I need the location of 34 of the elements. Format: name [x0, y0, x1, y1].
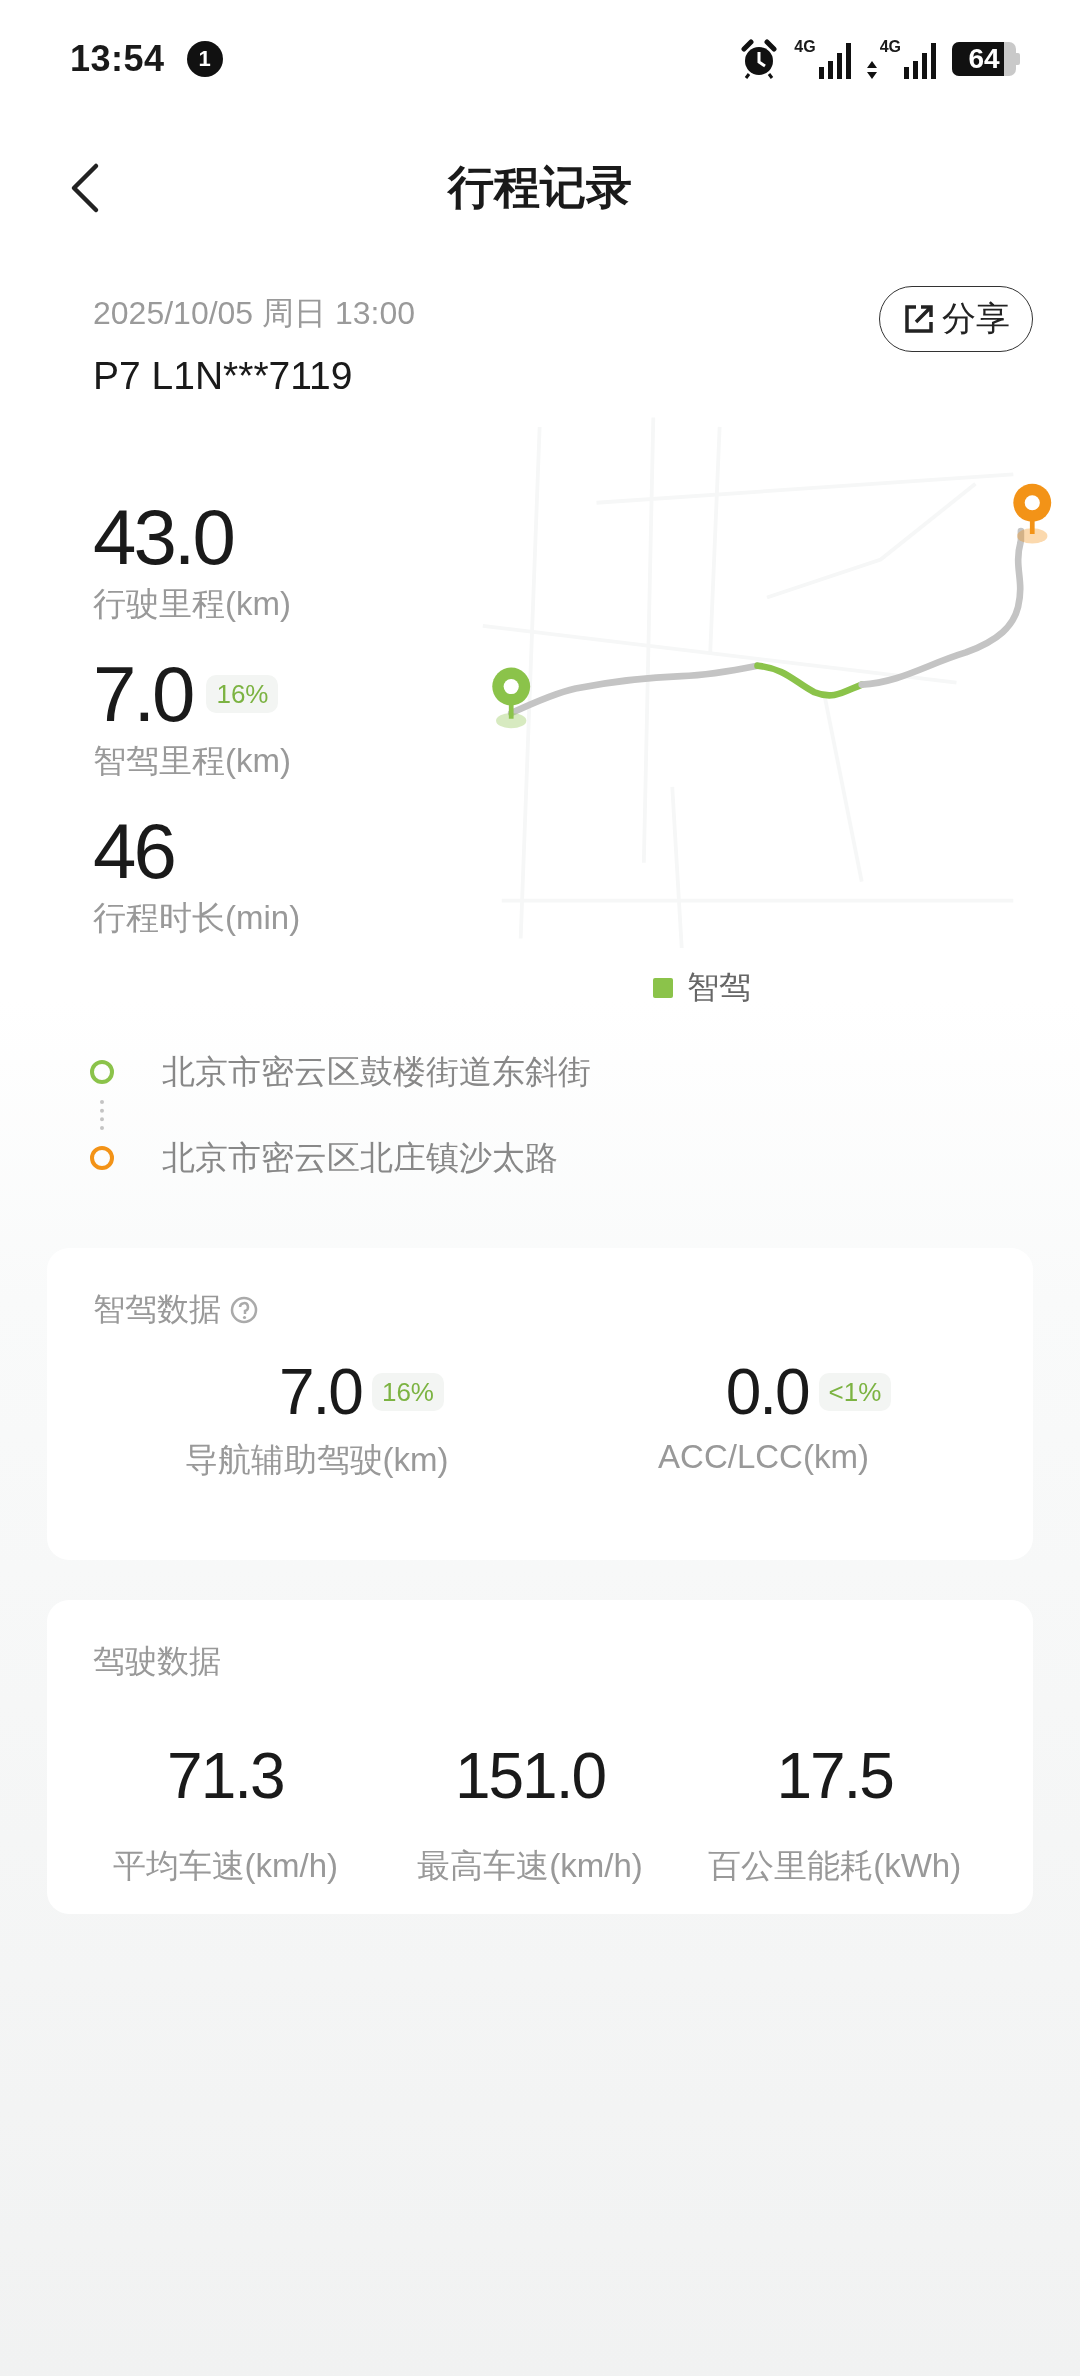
- metric-value: 151.0: [454, 1744, 606, 1808]
- percentage-badge: 16%: [371, 1373, 444, 1411]
- address-text: 北京市密云区北庄镇沙太路: [162, 1137, 558, 1178]
- share-icon: [902, 302, 936, 336]
- metric-value: 7.0: [279, 1360, 362, 1424]
- trip-datetime: 2025/10/05 周日 13:00: [93, 294, 415, 333]
- percentage-badge: <1%: [818, 1373, 892, 1411]
- metric-label: 平均车速(km/h): [112, 1846, 339, 1886]
- metric-label: 百公里能耗(kWh): [708, 1846, 962, 1886]
- metric-label: 最高车速(km/h): [417, 1846, 643, 1886]
- metric-label: ACC/LCC(km): [658, 1438, 869, 1476]
- status-time: 13:54: [70, 38, 165, 80]
- stat-value: 43.0: [93, 498, 233, 576]
- metric-value: 17.5: [776, 1744, 893, 1808]
- alarm-icon: [740, 39, 779, 79]
- metric-value: 71.3: [167, 1744, 284, 1808]
- legend-label: 智驾: [686, 968, 751, 1007]
- address-text: 北京市密云区鼓楼街道东斜街: [162, 1051, 591, 1092]
- stat-value: 7.0: [93, 655, 193, 733]
- card-title: 智驾数据: [93, 1290, 221, 1329]
- share-button[interactable]: 分享: [879, 286, 1033, 352]
- metric-value: 0.0: [725, 1360, 809, 1424]
- card-title: 驾驶数据: [93, 1642, 221, 1681]
- metric-label: 导航辅助驾驶(km): [184, 1440, 449, 1480]
- stat-label: 行程时长(min): [93, 898, 302, 938]
- percentage-badge: 16%: [206, 675, 279, 713]
- vehicle-id: P7 L1N***7119: [93, 354, 354, 398]
- start-pin-icon: [491, 667, 530, 729]
- stat-label: 智驾里程(km): [93, 741, 292, 781]
- page-title: 行程记录: [448, 160, 632, 215]
- stat-value: 46: [93, 812, 174, 890]
- end-pin-icon: [1012, 483, 1051, 544]
- stat-label: 行驶里程(km): [93, 584, 292, 624]
- notification-badge: 1: [186, 41, 223, 77]
